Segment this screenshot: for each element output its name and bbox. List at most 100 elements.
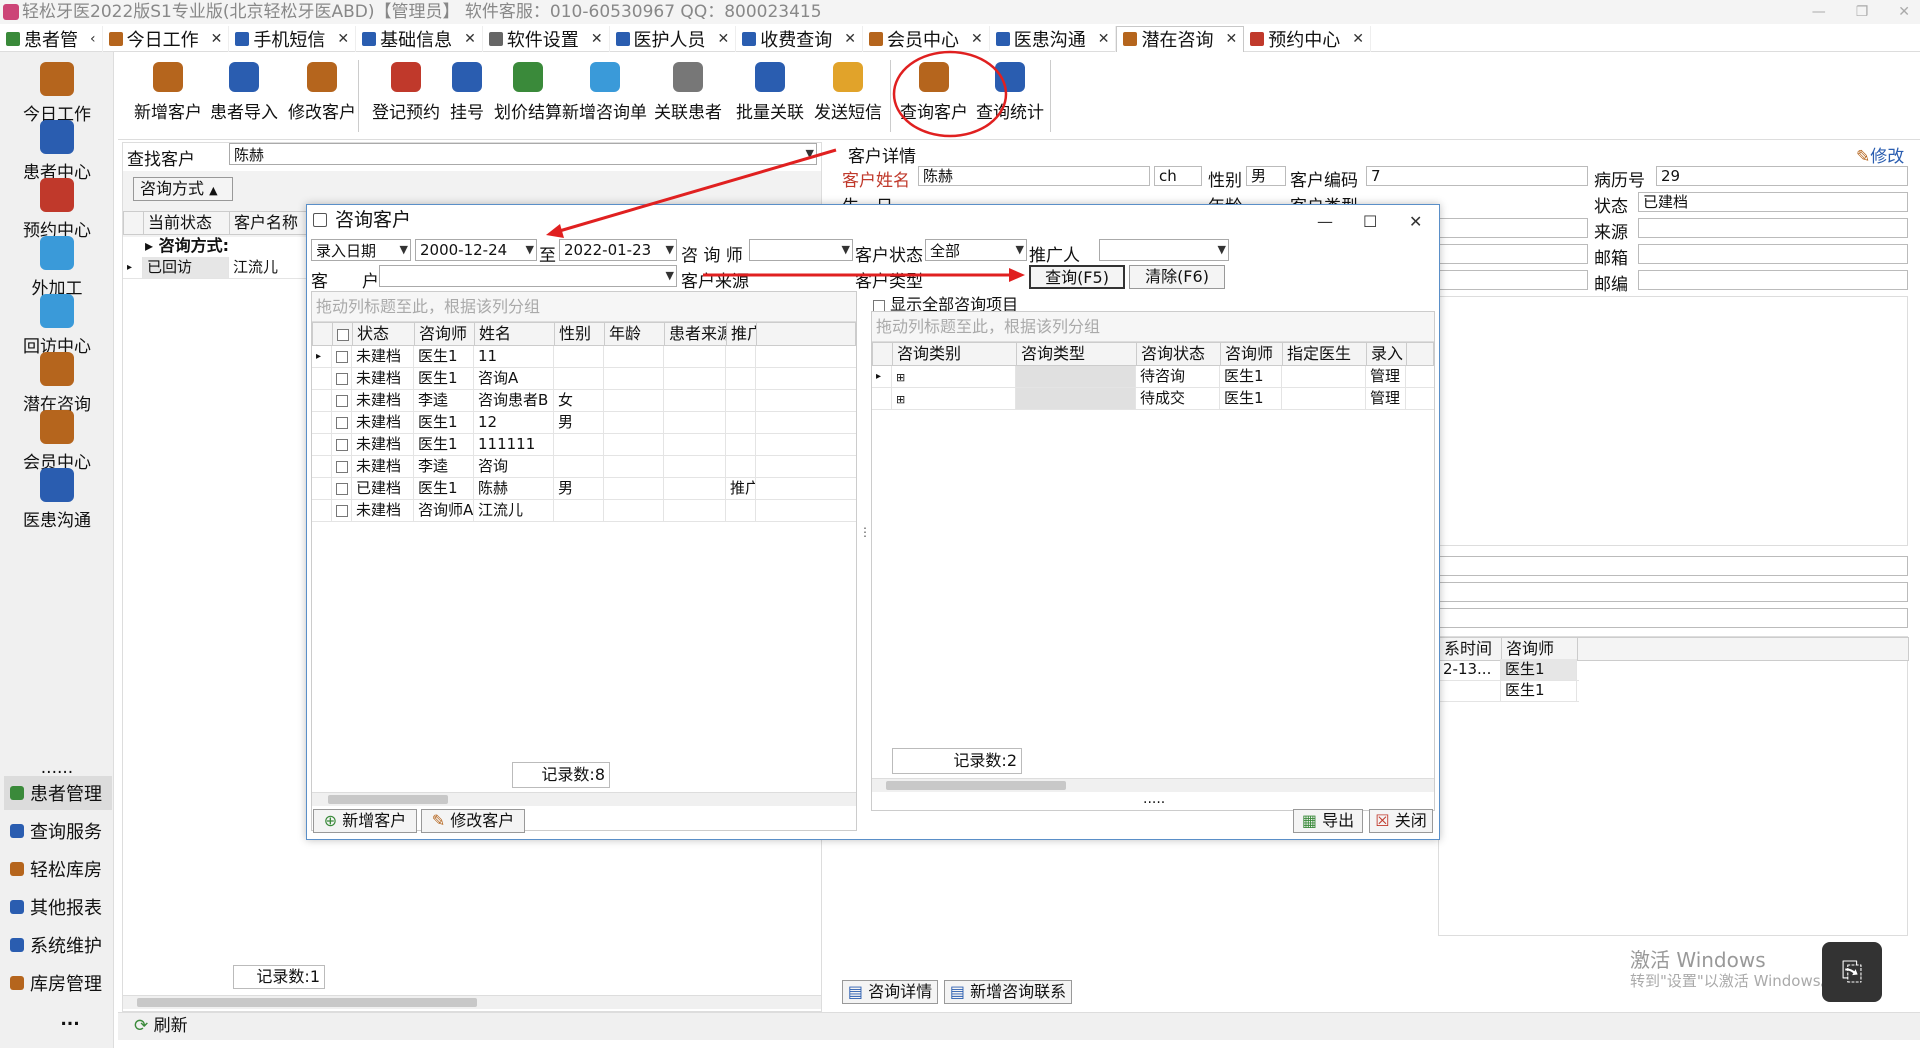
sidebar-module-3[interactable]: 其他报表 <box>4 890 112 924</box>
consultant-select[interactable]: ▼ <box>749 239 853 261</box>
scrollbar-thumb[interactable] <box>886 781 1066 790</box>
table-row[interactable]: 医生1 <box>1439 680 1579 702</box>
tab-8[interactable]: 医患沟通 ✕ <box>990 25 1117 52</box>
customer-code-field[interactable]: 7 <box>1366 166 1588 186</box>
toolbar-button-7[interactable]: 关联患者 <box>654 62 722 123</box>
export-button[interactable]: ▦ 导出 <box>1293 809 1363 833</box>
date-from-picker[interactable]: 2000-12-24 ▼ <box>415 239 537 261</box>
sidebar-module-4[interactable]: 系统维护 <box>4 928 112 962</box>
sidebar-item-6[interactable]: 会员中心 <box>0 410 114 473</box>
table-row[interactable]: 2-13... 医生1 <box>1439 659 1579 681</box>
col-header-5[interactable]: 患者来源 <box>665 323 727 345</box>
toolbar-button-0[interactable]: 新增客户 <box>134 62 202 123</box>
restore-icon[interactable]: ❐ <box>1856 0 1869 24</box>
table-row[interactable]: ▸ ⊞ 待咨询 医生1 管理 <box>872 366 1434 388</box>
search-customer-input[interactable]: 陈赫 ▼ <box>229 143 817 165</box>
tab-close-icon[interactable]: ✕ <box>1098 31 1110 47</box>
col-header-6[interactable]: 推广 <box>727 323 757 345</box>
checkbox-icon[interactable] <box>873 299 885 312</box>
detail-field-e[interactable] <box>1438 582 1908 602</box>
source-field[interactable] <box>1638 218 1908 238</box>
sidebar-module-1[interactable]: 查询服务 <box>4 814 112 848</box>
col-contact-time[interactable]: 系时间 <box>1440 638 1502 660</box>
tab-close-icon[interactable]: ✕ <box>1225 31 1237 47</box>
tab-close-icon[interactable]: ✕ <box>211 31 223 47</box>
item-horizontal-scrollbar[interactable] <box>872 778 1434 792</box>
table-row[interactable]: 未建档 李逵 咨询 <box>312 456 856 478</box>
state-field[interactable]: 已建档 <box>1638 192 1908 212</box>
table-row[interactable]: ⊞ 待成交 医生1 管理 <box>872 388 1434 410</box>
promoter-select[interactable]: ▼ <box>1099 239 1229 261</box>
tab-9[interactable]: 潜在咨询 ✕ <box>1116 25 1245 52</box>
sidebar-item-5[interactable]: 潜在咨询 <box>0 352 114 415</box>
table-row[interactable]: 未建档 医生1 12 男 <box>312 412 856 434</box>
tab-0[interactable]: 患者管 ‹ <box>0 25 103 52</box>
select-all-col[interactable] <box>333 323 353 345</box>
table-row[interactable]: 未建档 李逵 咨询患者B 女 <box>312 390 856 412</box>
tab-close-icon[interactable]: ✕ <box>337 31 349 47</box>
chevron-down-icon[interactable]: ▼ <box>806 147 814 160</box>
checkbox-icon[interactable] <box>336 372 348 385</box>
sidebar-item-7[interactable]: 医患沟通 <box>0 468 114 531</box>
pinyin-field[interactable]: ch <box>1154 166 1202 186</box>
sidebar-item-4[interactable]: 回访中心 <box>0 294 114 357</box>
row-checkbox[interactable] <box>332 434 352 455</box>
table-row[interactable]: 未建档 医生1 111111 <box>312 434 856 456</box>
new-consult-contact-button[interactable]: ▤ 新增咨询联系 <box>944 980 1072 1004</box>
row-checkbox[interactable] <box>332 478 352 499</box>
toolbar-button-2[interactable]: 修改客户 <box>288 62 356 123</box>
checkbox-icon[interactable] <box>336 460 348 473</box>
tab-2[interactable]: 手机短信 ✕ <box>229 25 357 52</box>
tab-close-icon[interactable]: ✕ <box>591 31 603 47</box>
item-col-header-0[interactable]: 咨询类别 <box>893 343 1017 365</box>
detail-field-a[interactable] <box>1438 218 1588 238</box>
col-contact-consultant[interactable]: 咨询师 <box>1502 638 1578 660</box>
dialog-close-icon[interactable]: ✕ <box>1409 207 1422 237</box>
tab-3[interactable]: 基础信息 ✕ <box>356 25 483 52</box>
customer-state-select[interactable]: 全部 ▼ <box>925 239 1027 261</box>
tab-4[interactable]: 软件设置 ✕ <box>483 25 610 52</box>
table-row[interactable]: 未建档 咨询师A 江流儿 <box>312 500 856 522</box>
zip-field[interactable] <box>1638 270 1908 290</box>
tab-5[interactable]: 医护人员 ✕ <box>610 25 737 52</box>
toolbar-button-4[interactable]: 挂号 <box>450 62 484 123</box>
sidebar-item-2[interactable]: 预约中心 <box>0 178 114 241</box>
item-col-header-2[interactable]: 咨询状态 <box>1137 343 1221 365</box>
item-col-header-1[interactable]: 咨询类型 <box>1017 343 1137 365</box>
toolbar-button-8[interactable]: 批量关联 <box>736 62 804 123</box>
tab-close-icon[interactable]: ✕ <box>971 31 983 47</box>
col-header-0[interactable]: 状态 <box>353 323 415 345</box>
date-to-picker[interactable]: 2022-01-23 ▼ <box>559 239 677 261</box>
row-checkbox[interactable] <box>332 456 352 477</box>
checkbox-icon[interactable] <box>336 482 348 495</box>
table-row[interactable]: ▸ 未建档 医生1 11 <box>312 346 856 368</box>
tab-10[interactable]: 预约中心 ✕ <box>1244 25 1371 52</box>
tab-7[interactable]: 会员中心 ✕ <box>863 25 990 52</box>
remark-area[interactable] <box>1438 296 1908 546</box>
query-button[interactable]: 查询(F5) <box>1029 265 1125 289</box>
item-col-header-3[interactable]: 咨询师 <box>1221 343 1283 365</box>
tab-close-icon[interactable]: ✕ <box>844 31 856 47</box>
customer-input[interactable]: ▼ <box>379 265 677 287</box>
sidebar-item-0[interactable]: 今日工作 <box>0 62 114 125</box>
toolbar-button-1[interactable]: 患者导入 <box>210 62 278 123</box>
col-header-3[interactable]: 性别 <box>555 323 605 345</box>
tab-close-icon[interactable]: ✕ <box>718 31 730 47</box>
expand-icon[interactable]: ⊞ <box>896 371 905 384</box>
col-current-status[interactable]: 当前状态 <box>144 212 230 234</box>
detail-field-d[interactable] <box>1438 556 1908 576</box>
row-checkbox[interactable] <box>332 412 352 433</box>
document-add-icon[interactable]: ⎘ <box>1822 942 1882 1002</box>
date-field-select[interactable]: 录入日期 ▼ <box>311 239 411 261</box>
detail-field-b[interactable] <box>1438 244 1588 264</box>
sidebar-module-0[interactable]: 患者管理 <box>4 776 112 810</box>
toolbar-button-3[interactable]: 登记预约 <box>372 62 440 123</box>
tab-close-icon[interactable]: ✕ <box>464 31 476 47</box>
row-checkbox[interactable] <box>332 346 352 367</box>
edit-link[interactable]: ✎修改 <box>1856 142 1904 167</box>
dialog-maximize-icon[interactable]: ☐ <box>1363 207 1377 237</box>
refresh-button[interactable]: ⟳ 刷新 <box>134 1016 188 1036</box>
record-no-field[interactable]: 29 <box>1656 166 1908 186</box>
tab-1[interactable]: 今日工作 ✕ <box>103 25 230 52</box>
clear-button[interactable]: 清除(F6) <box>1129 265 1225 289</box>
